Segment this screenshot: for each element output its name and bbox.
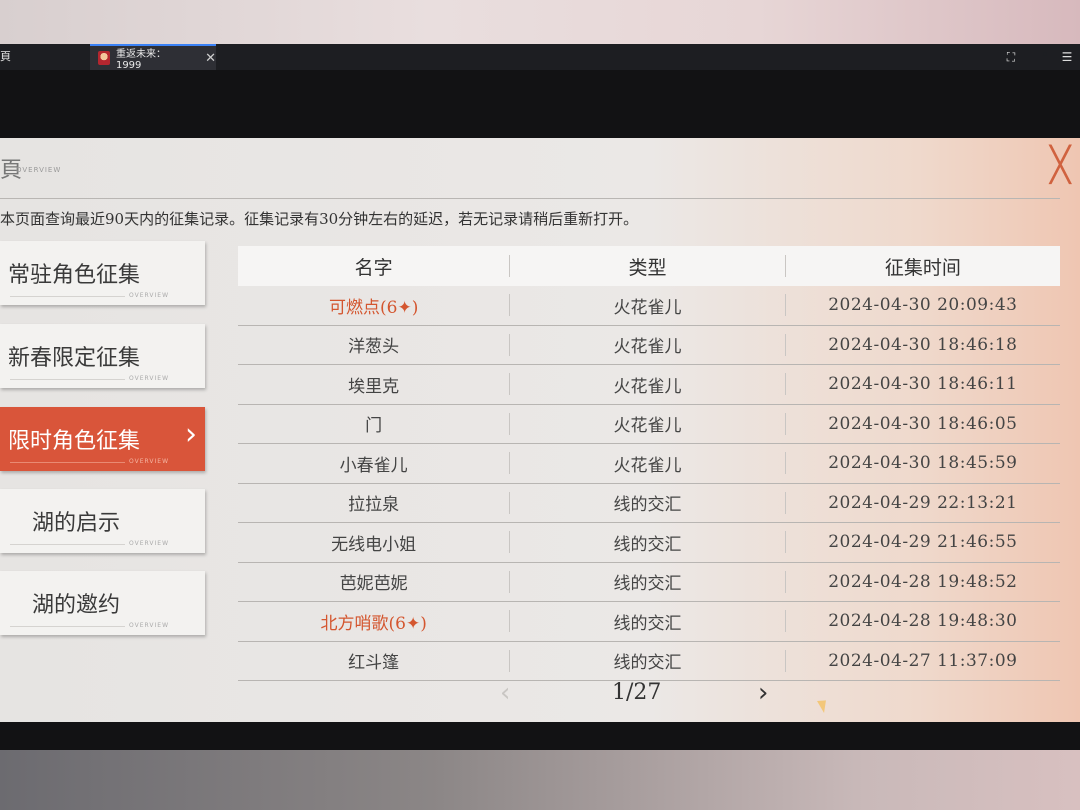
table-row: 小春雀儿 火花雀儿 2024-04-30 18:45:59 [238, 444, 1060, 484]
sidebar-item-deco: OVERVIEW [129, 622, 169, 629]
header-time: 征集时间 [884, 256, 961, 279]
cell-type: 火花雀儿 [613, 297, 682, 318]
browser-tab[interactable]: 重返未来：1999 ✕ [90, 44, 216, 71]
next-page-icon[interactable]: › [758, 678, 768, 708]
table-row: 洋葱头 火花雀儿 2024-04-30 18:46:18 [238, 326, 1060, 365]
menu-icon[interactable]: ☰ [1060, 50, 1074, 64]
titlebar-left-label: 頁 [0, 50, 11, 63]
table-row: 芭妮芭妮 线的交汇 2024-04-28 19:48:52 [238, 563, 1060, 602]
sidebar-item-label: 新春限定征集 [8, 346, 141, 371]
cell-name: 门 [365, 416, 383, 437]
titlebar-controls: ⛶ ☰ [1004, 50, 1074, 64]
tab-close-icon[interactable]: ✕ [205, 51, 216, 66]
cell-name: 北方哨歌(6✦) [320, 613, 427, 634]
notice-text: 本页面查询最近90天内的征集记录。征集记录有30分钟左右的延迟，若无记录请稍后重… [0, 210, 639, 228]
cell-time: 2024-04-29 21:46:55 [828, 532, 1018, 553]
cell-type: 线的交汇 [613, 495, 682, 516]
cell-name: 无线电小姐 [331, 534, 417, 555]
table-row: 红斗篷 线的交汇 2024-04-27 11:37:09 [238, 642, 1060, 681]
gacha-history-panel: 頁 OVERVIEW ╳ 本页面查询最近90天内的征集记录。征集记录有30分钟左… [0, 138, 1080, 722]
sidebar-item-deco: OVERVIEW [129, 375, 169, 382]
game-icon [98, 51, 110, 65]
cell-type: 线的交汇 [613, 653, 682, 674]
close-icon[interactable]: ╳ [1050, 148, 1080, 182]
cell-name: 可燃点(6✦) [329, 297, 419, 318]
cell-time: 2024-04-30 18:46:11 [828, 374, 1018, 395]
page-number: 1/27 [612, 680, 662, 705]
user-icon[interactable] [1032, 50, 1046, 64]
cell-name: 小春雀儿 [339, 455, 408, 476]
sidebar-item-label: 湖的邀约 [32, 593, 121, 618]
table-row: 可燃点(6✦) 火花雀儿 2024-04-30 20:09:43 [238, 286, 1060, 326]
sidebar-item-deco: OVERVIEW [129, 458, 169, 465]
sidebar-item-label: 常驻角色征集 [8, 263, 141, 288]
cell-time: 2024-04-30 18:46:18 [828, 334, 1018, 355]
wallpaper-bottom [0, 750, 1080, 810]
tab-title: 重返未来：1999 [115, 49, 166, 71]
table-row: 无线电小姐 线的交汇 2024-04-29 21:46:55 [238, 523, 1060, 563]
cell-name: 芭妮芭妮 [339, 574, 408, 595]
cell-time: 2024-04-30 18:46:05 [828, 413, 1018, 434]
wallpaper-top [0, 0, 1080, 48]
prev-page-icon[interactable]: ‹ [500, 678, 510, 708]
sidebar-item-spring-limited[interactable]: 新春限定征集 OVERVIEW [0, 324, 205, 388]
cell-type: 线的交汇 [613, 613, 682, 634]
sidebar-item-deco: OVERVIEW [129, 292, 169, 299]
history-table: 名字 类型 征集时间 可燃点(6✦) 火花雀儿 2024-04-30 20:09:4… [238, 246, 1060, 681]
cell-name: 红斗篷 [348, 653, 400, 674]
sidebar-item-standard[interactable]: 常驻角色征集 OVERVIEW [0, 241, 205, 305]
cell-name: 洋葱头 [348, 337, 400, 358]
cell-time: 2024-04-30 18:45:59 [828, 453, 1018, 474]
cell-time: 2024-04-29 22:13:21 [828, 492, 1018, 513]
cell-type: 火花雀儿 [613, 416, 682, 437]
sidebar-item-deco: OVERVIEW [129, 540, 169, 547]
cell-type: 线的交汇 [613, 534, 682, 555]
cell-time: 2024-04-28 19:48:52 [828, 571, 1018, 592]
table-body: 可燃点(6✦) 火花雀儿 2024-04-30 20:09:43 洋葱头 火花雀儿 202… [238, 286, 1060, 681]
sidebar-item-lake-invitation[interactable]: 湖的邀约 OVERVIEW [0, 571, 205, 635]
cell-time: 2024-04-30 20:09:43 [828, 295, 1018, 316]
chevron-right-icon: › [185, 417, 197, 452]
cell-type: 火花雀儿 [613, 455, 682, 476]
table-row: 拉拉泉 线的交汇 2024-04-29 22:13:21 [238, 484, 1060, 523]
sidebar-item-lake-revelation[interactable]: 湖的启示 OVERVIEW [0, 489, 205, 553]
cell-name: 埃里克 [348, 376, 400, 397]
window-titlebar: 頁 重返未来：1999 ✕ ⛶ ☰ [0, 44, 1080, 71]
header-name: 名字 [354, 256, 393, 279]
fullscreen-icon[interactable]: ⛶ [1004, 50, 1018, 64]
cell-type: 火花雀儿 [613, 376, 682, 397]
sidebar-item-label: 限时角色征集 [8, 429, 141, 454]
panel-subtitle: OVERVIEW [16, 166, 62, 174]
cell-time: 2024-04-28 19:48:30 [828, 611, 1018, 632]
pagination: ‹ 1/27 › [500, 678, 800, 708]
table-row: 埃里克 火花雀儿 2024-04-30 18:46:11 [238, 365, 1060, 405]
sidebar-item-label: 湖的启示 [32, 511, 121, 536]
cell-name: 拉拉泉 [348, 495, 400, 516]
divider [0, 198, 1060, 199]
cell-type: 线的交汇 [613, 574, 682, 595]
cell-type: 火花雀儿 [613, 337, 682, 358]
sidebar-item-limited-character[interactable]: 限时角色征集 OVERVIEW › [0, 407, 205, 471]
header-type: 类型 [628, 256, 667, 279]
table-row: 北方哨歌(6✦) 线的交汇 2024-04-28 19:48:30 [238, 602, 1060, 642]
table-header: 名字 类型 征集时间 [238, 246, 1060, 286]
cell-time: 2024-04-27 11:37:09 [828, 650, 1018, 671]
table-row: 门 火花雀儿 2024-04-30 18:46:05 [238, 405, 1060, 444]
